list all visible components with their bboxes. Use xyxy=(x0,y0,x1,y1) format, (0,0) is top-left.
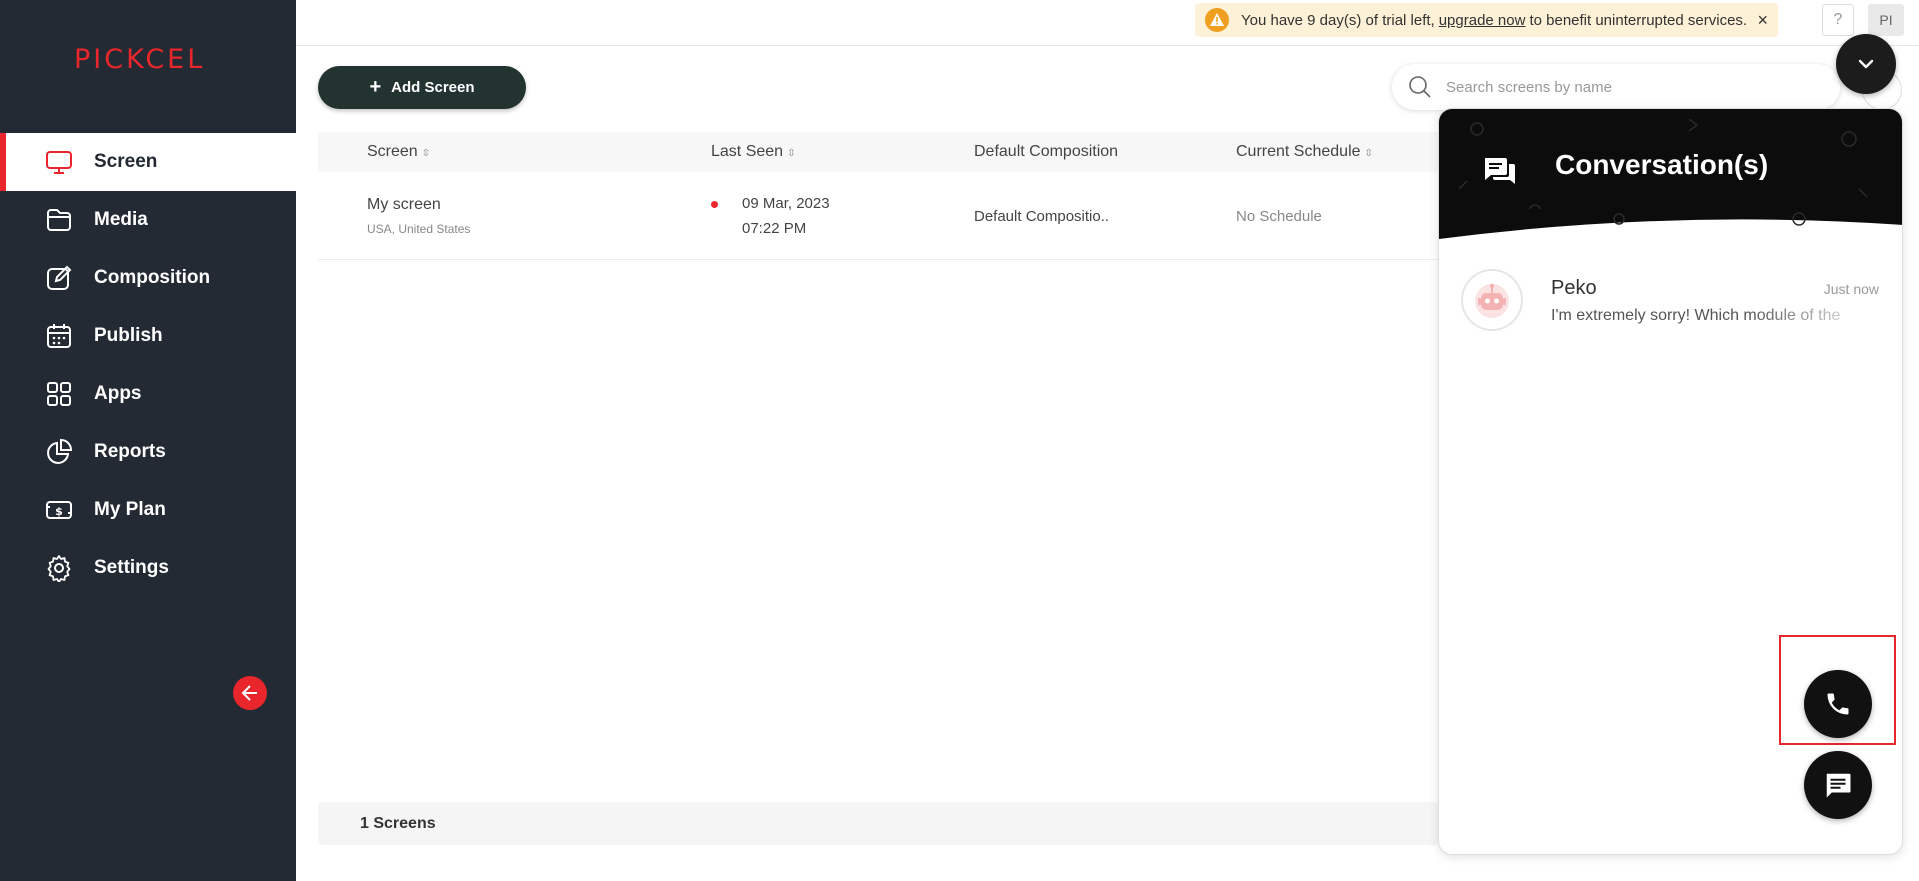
sidebar-item-label: Reports xyxy=(94,441,166,462)
sidebar-item-label: My Plan xyxy=(94,499,166,520)
help-button[interactable]: ? xyxy=(1822,4,1854,36)
screen-location: USA, United States xyxy=(367,222,471,236)
new-message-button[interactable] xyxy=(1804,751,1872,819)
sidebar-nav: Screen Media Composition Publish Apps Re… xyxy=(0,133,296,597)
last-seen-date: 09 Mar, 2023 xyxy=(742,195,830,212)
status-dot xyxy=(711,201,718,208)
svg-text:$: $ xyxy=(55,505,63,518)
edit-icon xyxy=(44,263,74,293)
column-header-screen[interactable]: Screen ⇳ xyxy=(367,143,430,161)
search-icon xyxy=(1409,76,1431,98)
calendar-icon xyxy=(44,321,74,351)
gear-icon xyxy=(44,553,74,583)
default-composition-value[interactable]: Default Compositio.. xyxy=(974,208,1109,225)
conversation-preview: I'm extremely sorry! Which module of the xyxy=(1551,307,1841,324)
collapse-sidebar-button[interactable] xyxy=(233,676,267,710)
sort-icon[interactable]: ⇳ xyxy=(1365,148,1373,159)
sidebar: PICKCEL Screen Media Composition Publish xyxy=(0,0,296,881)
dollar-bill-icon: $ xyxy=(44,495,74,525)
bot-avatar xyxy=(1461,269,1523,331)
sidebar-item-composition[interactable]: Composition xyxy=(0,249,296,307)
sidebar-item-label: Publish xyxy=(94,325,163,346)
warning-icon xyxy=(1205,8,1229,32)
pickcel-logo[interactable]: PICKCEL xyxy=(74,44,205,75)
apps-grid-icon xyxy=(44,379,74,409)
sidebar-item-label: Composition xyxy=(94,267,211,288)
add-screen-label: Add Screen xyxy=(391,79,475,96)
sort-icon[interactable]: ⇳ xyxy=(787,148,795,159)
trial-banner: You have 9 day(s) of trial left, upgrade… xyxy=(1195,3,1778,37)
chat-title: Conversation(s) xyxy=(1555,149,1769,180)
conversation-item[interactable]: Peko Just now I'm extremely sorry! Which… xyxy=(1461,269,1881,339)
chevron-down-icon xyxy=(1858,59,1874,69)
screen-count: 1 Screens xyxy=(360,814,436,832)
upgrade-now-link[interactable]: upgrade now xyxy=(1439,12,1526,29)
search-box xyxy=(1392,64,1840,110)
sidebar-item-label: Settings xyxy=(94,557,169,578)
message-icon xyxy=(1826,773,1851,798)
sort-icon[interactable]: ⇳ xyxy=(422,148,430,159)
screen-name[interactable]: My screen xyxy=(367,196,441,214)
robot-icon xyxy=(1475,283,1509,318)
trial-text-suffix: to benefit uninterrupted services. xyxy=(1529,11,1748,29)
sidebar-item-my-plan[interactable]: $ My Plan xyxy=(0,481,296,539)
sidebar-item-label: Apps xyxy=(94,383,142,404)
last-seen-time: 07:22 PM xyxy=(742,220,807,237)
sidebar-item-apps[interactable]: Apps xyxy=(0,365,296,423)
conversation-name: Peko xyxy=(1551,277,1597,299)
pie-chart-icon xyxy=(44,437,74,467)
screen-count-bar: 1 Screens xyxy=(318,802,1438,845)
column-header-last-seen[interactable]: Last Seen ⇳ xyxy=(711,143,795,161)
sidebar-item-screen[interactable]: Screen xyxy=(0,133,296,191)
column-header-default-composition: Default Composition xyxy=(974,143,1119,160)
sidebar-item-media[interactable]: Media xyxy=(0,191,296,249)
folder-icon xyxy=(44,205,74,235)
table-header: Screen ⇳ Last Seen ⇳ Default Composition C… xyxy=(318,132,1438,172)
chat-minimize-button[interactable] xyxy=(1836,34,1896,94)
sidebar-item-label: Screen xyxy=(94,151,158,172)
table-row[interactable]: My screen USA, United States 09 Mar, 202… xyxy=(318,178,1438,260)
search-input[interactable] xyxy=(1446,78,1806,96)
chat-header: Conversation(s) xyxy=(1439,109,1902,249)
plus-icon: + xyxy=(369,76,382,98)
column-header-current-schedule[interactable]: Current Schedule ⇳ xyxy=(1236,143,1373,161)
sidebar-item-label: Media xyxy=(94,209,148,230)
monitor-icon xyxy=(44,147,74,177)
close-banner-button[interactable]: × xyxy=(1757,10,1768,31)
trial-text-prefix: You have 9 day(s) of trial left, xyxy=(1241,11,1435,29)
sidebar-item-settings[interactable]: Settings xyxy=(0,539,296,597)
user-avatar-button[interactable]: PI xyxy=(1868,4,1904,36)
current-schedule-value: No Schedule xyxy=(1236,208,1322,225)
add-screen-button[interactable]: + Add Screen xyxy=(318,66,526,109)
sidebar-item-publish[interactable]: Publish xyxy=(0,307,296,365)
arrow-left-icon xyxy=(241,685,257,701)
conversation-time: Just now xyxy=(1823,281,1879,297)
call-button[interactable] xyxy=(1804,670,1872,738)
sidebar-item-reports[interactable]: Reports xyxy=(0,423,296,481)
phone-icon xyxy=(1827,693,1849,715)
chat-bubbles-icon xyxy=(1485,158,1515,184)
